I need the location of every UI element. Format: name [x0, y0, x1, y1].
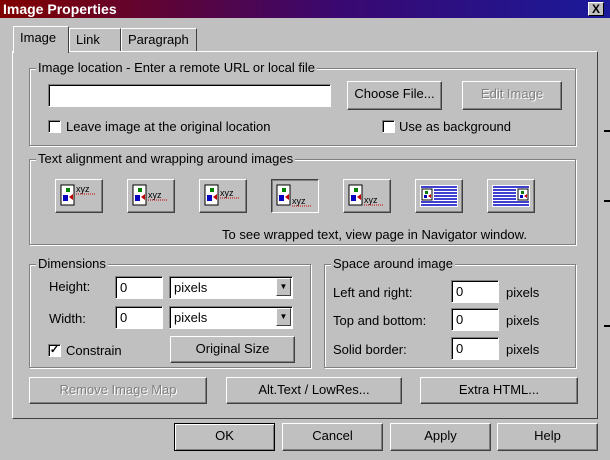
height-unit-value: pixels [174, 280, 208, 295]
top-bottom-unit: pixels [506, 313, 540, 328]
solid-border-label: Solid border: [333, 342, 407, 357]
solid-border-unit: pixels [506, 342, 540, 357]
align-top-button[interactable]: xyz [55, 179, 103, 213]
left-right-unit: pixels [506, 285, 540, 300]
chevron-down-icon[interactable]: ▼ [276, 278, 291, 296]
align-center-icon: xyz [204, 184, 240, 206]
tab-link[interactable]: Link [69, 28, 121, 52]
align-center-text: xyz [220, 188, 234, 198]
apply-button[interactable]: Apply [390, 423, 491, 451]
alignment-label: Text alignment and wrapping around image… [36, 151, 296, 166]
help-button[interactable]: Help [497, 423, 598, 451]
tab-paragraph[interactable]: Paragraph [121, 28, 197, 52]
image-location-label: Image location - Enter a remote URL or l… [36, 60, 317, 75]
leave-original-label: Leave image at the original location [66, 119, 271, 134]
width-unit-select[interactable]: pixels ▼ [169, 306, 293, 329]
align-top-icon: xyz [60, 184, 96, 206]
tab-image-label: Image [20, 30, 57, 45]
align-middle-text: xyz [148, 190, 162, 200]
use-background-checkbox[interactable] [382, 120, 395, 133]
align-baseline-button[interactable]: xyz [343, 179, 391, 213]
height-label: Height: [49, 279, 91, 294]
use-background-label: Use as background [399, 119, 512, 134]
width-input[interactable]: 0 [115, 306, 163, 329]
space-around-label: Space around image [331, 256, 455, 271]
dimensions-label: Dimensions [36, 256, 108, 271]
height-input[interactable]: 0 [115, 276, 163, 299]
close-button[interactable]: X [588, 2, 604, 16]
tab-image[interactable]: Image [13, 26, 69, 53]
align-bottom-icon: xyz [276, 184, 312, 207]
background-fragment [604, 325, 610, 327]
cancel-button[interactable]: Cancel [282, 423, 383, 451]
wrap-left-button[interactable] [415, 179, 463, 213]
title-bar[interactable]: Image Properties [0, 0, 610, 18]
width-unit-value: pixels [174, 310, 208, 325]
window-title: Image Properties [3, 1, 117, 17]
background-fragment [604, 200, 610, 202]
tab-paragraph-label: Paragraph [128, 32, 189, 47]
left-right-input[interactable]: 0 [451, 280, 499, 303]
wrap-right-icon [492, 185, 530, 207]
height-unit-select[interactable]: pixels ▼ [169, 276, 293, 299]
original-size-button[interactable]: Original Size [170, 336, 295, 363]
wrap-left-icon [420, 185, 458, 207]
wrap-hint-text: To see wrapped text, view page in Naviga… [222, 227, 527, 242]
align-middle-icon: xyz [132, 184, 168, 206]
image-properties-dialog: Image Properties X Image Link Paragraph … [0, 0, 610, 460]
checkmark-icon: ✓ [49, 344, 60, 356]
align-center-button[interactable]: xyz [199, 179, 247, 213]
edit-image-button[interactable]: Edit Image [462, 81, 562, 110]
constrain-checkbox[interactable]: ✓ [48, 344, 61, 357]
align-bottom-text: xyz [292, 196, 306, 206]
alt-text-button[interactable]: Alt.Text / LowRes... [226, 377, 402, 404]
solid-border-input[interactable]: 0 [451, 337, 499, 360]
wrap-right-button[interactable] [487, 179, 535, 213]
align-middle-button[interactable]: xyz [127, 179, 175, 213]
constrain-label: Constrain [66, 343, 122, 358]
align-top-text: xyz [76, 184, 90, 194]
top-bottom-input[interactable]: 0 [451, 308, 499, 331]
background-fragment [604, 130, 610, 132]
leave-original-checkbox[interactable] [48, 120, 61, 133]
align-bottom-button[interactable]: xyz [271, 179, 319, 213]
image-url-input[interactable] [48, 84, 331, 107]
tab-link-label: Link [76, 32, 100, 47]
ok-button[interactable]: OK [174, 423, 275, 451]
chevron-down-icon[interactable]: ▼ [276, 308, 291, 326]
choose-file-button[interactable]: Choose File... [347, 81, 442, 110]
align-baseline-icon: xyz [348, 184, 384, 206]
width-label: Width: [49, 311, 86, 326]
left-right-label: Left and right: [333, 285, 413, 300]
top-bottom-label: Top and bottom: [333, 313, 427, 328]
extra-html-button[interactable]: Extra HTML... [420, 377, 578, 404]
align-baseline-text: xyz [364, 195, 378, 205]
remove-image-map-button[interactable]: Remove Image Map [29, 377, 207, 404]
